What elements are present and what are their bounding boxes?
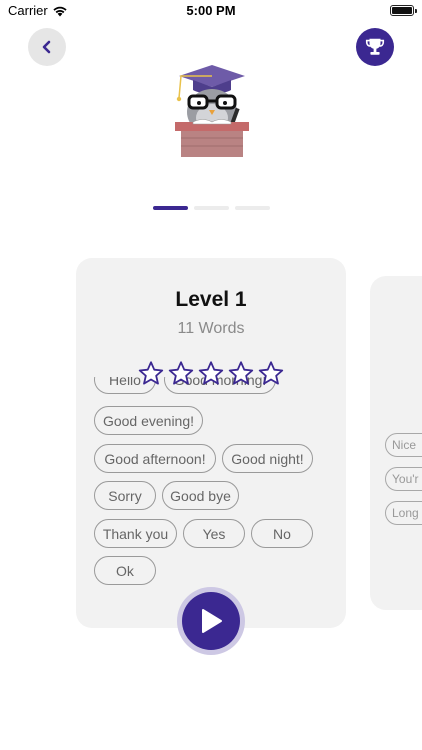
- star-icon: [198, 361, 224, 385]
- word-count: 11 Words: [177, 320, 245, 337]
- word-chip: Ok: [94, 556, 156, 585]
- page-dot: [153, 206, 188, 210]
- word-chip: Yes: [183, 519, 245, 548]
- word-chip: Nice: [385, 433, 422, 457]
- page-dot: [194, 206, 229, 210]
- star-icon: [138, 361, 164, 385]
- star-icon: [258, 361, 284, 385]
- word-chip: Good evening!: [94, 406, 203, 435]
- page-dot: [235, 206, 270, 210]
- word-chip-list: Hello Good morning! Good evening! Good afte…: [94, 377, 334, 599]
- play-icon: [202, 609, 222, 633]
- page-indicator: [153, 206, 270, 210]
- word-chip: Sorry: [94, 481, 156, 510]
- word-chip: Thank you: [94, 519, 177, 548]
- chevron-left-icon: [42, 40, 51, 54]
- star-rating: [137, 360, 285, 387]
- word-chip: Good night!: [222, 444, 313, 473]
- word-chip: You'r: [385, 467, 422, 491]
- status-bar: Carrier 5:00 PM: [0, 0, 422, 22]
- back-button[interactable]: [28, 28, 66, 66]
- play-button[interactable]: [177, 587, 245, 655]
- level-title: Level 1: [175, 288, 247, 311]
- word-chip: Good bye: [162, 481, 239, 510]
- battery-icon: [390, 5, 417, 16]
- status-time: 5:00 PM: [186, 3, 236, 18]
- star-icon: [168, 361, 194, 385]
- owl-teacher-mascot: [175, 65, 249, 157]
- trophy-button[interactable]: [356, 28, 394, 66]
- star-icon: [228, 361, 254, 385]
- play-button-inner: [182, 592, 240, 650]
- word-chip: Long: [385, 501, 422, 525]
- next-level-card[interactable]: Nice You'r Long: [370, 276, 422, 610]
- trophy-icon: [365, 38, 385, 55]
- word-chip: No: [251, 519, 313, 548]
- word-chip: Good afternoon!: [94, 444, 216, 473]
- level-card[interactable]: Level 1 11 Words Hello Good morning! Good …: [76, 258, 346, 628]
